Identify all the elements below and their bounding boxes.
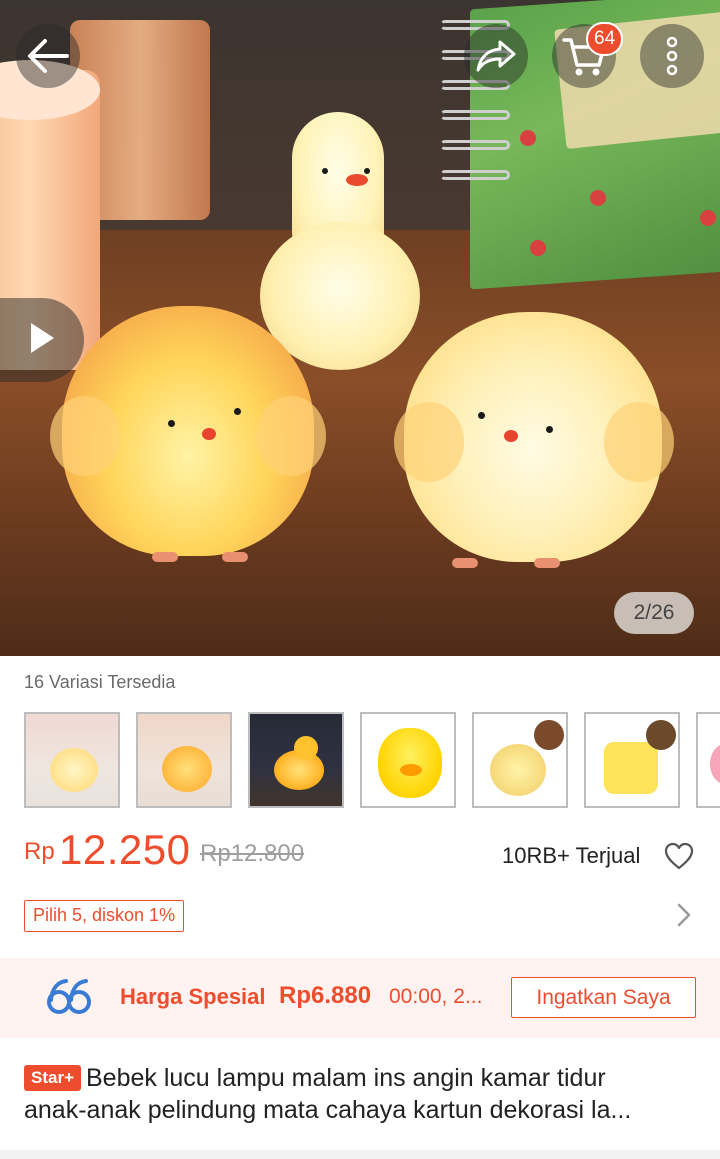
special-price-label: Harga Spesial (120, 984, 266, 1009)
special-price-time: 00:00, 2... (389, 985, 483, 1008)
variation-thumbnails (24, 712, 720, 808)
variation-thumb[interactable] (472, 712, 568, 808)
back-button[interactable] (16, 24, 80, 88)
variation-thumb[interactable] (136, 712, 232, 808)
product-title-text-2: anak-anak pelindung mata cahaya kartun d… (24, 1096, 632, 1124)
image-spiral (440, 140, 510, 150)
chick-lamp-left (50, 306, 326, 562)
remind-me-button[interactable]: Ingatkan Saya (511, 977, 696, 1018)
more-options-button[interactable] (640, 24, 704, 88)
image-spiral (440, 170, 510, 180)
variation-thumb[interactable] (696, 712, 720, 808)
image-flower (590, 190, 606, 206)
bundle-discount-tag[interactable]: Pilih 5, diskon 1% (24, 900, 185, 932)
product-title: Star+ Bebek lucu lampu malam ins angin ka… (24, 1062, 700, 1126)
variation-thumb[interactable] (24, 712, 120, 808)
price-current: 12.250 (59, 826, 191, 873)
chick-lamp-right (394, 312, 674, 568)
image-flower (530, 240, 546, 256)
special-price-banner: Harga Spesial Rp6.880 00:00, 2... Ingatk… (0, 958, 720, 1038)
chevron-right-icon[interactable] (676, 902, 692, 933)
variation-thumb[interactable] (248, 712, 344, 808)
more-vertical-icon (665, 36, 679, 76)
sold-count: 10RB+ Terjual (502, 843, 641, 868)
product-image-gallery[interactable]: 64 2/26 (0, 0, 720, 656)
price-currency: Rp (24, 838, 55, 865)
image-flower (700, 210, 716, 226)
heart-icon[interactable] (664, 842, 694, 875)
price-original: Rp12.800 (200, 840, 305, 867)
play-video-button[interactable] (0, 298, 84, 382)
arrow-left-icon (25, 37, 71, 75)
section-divider (0, 1150, 720, 1159)
share-button[interactable] (464, 24, 528, 88)
share-icon (474, 38, 518, 74)
product-title-text-1: Bebek lucu lampu malam ins angin kamar t… (86, 1064, 606, 1092)
duck-lamp (260, 112, 420, 370)
variation-thumb[interactable] (584, 712, 680, 808)
image-flower (520, 130, 536, 146)
cart-count-badge: 64 (586, 22, 624, 56)
double-six-sale-icon (46, 978, 92, 1023)
image-spiral (440, 110, 510, 120)
variation-thumb[interactable] (360, 712, 456, 808)
variations-label: 16 Variasi Tersedia (24, 672, 176, 692)
image-counter: 2/26 (614, 592, 694, 634)
product-title-line-1: Star+ Bebek lucu lampu malam ins angin ka… (24, 1062, 700, 1094)
special-price-value: Rp6.880 (279, 982, 372, 1009)
play-icon (27, 320, 57, 361)
star-plus-badge: Star+ (24, 1065, 81, 1091)
